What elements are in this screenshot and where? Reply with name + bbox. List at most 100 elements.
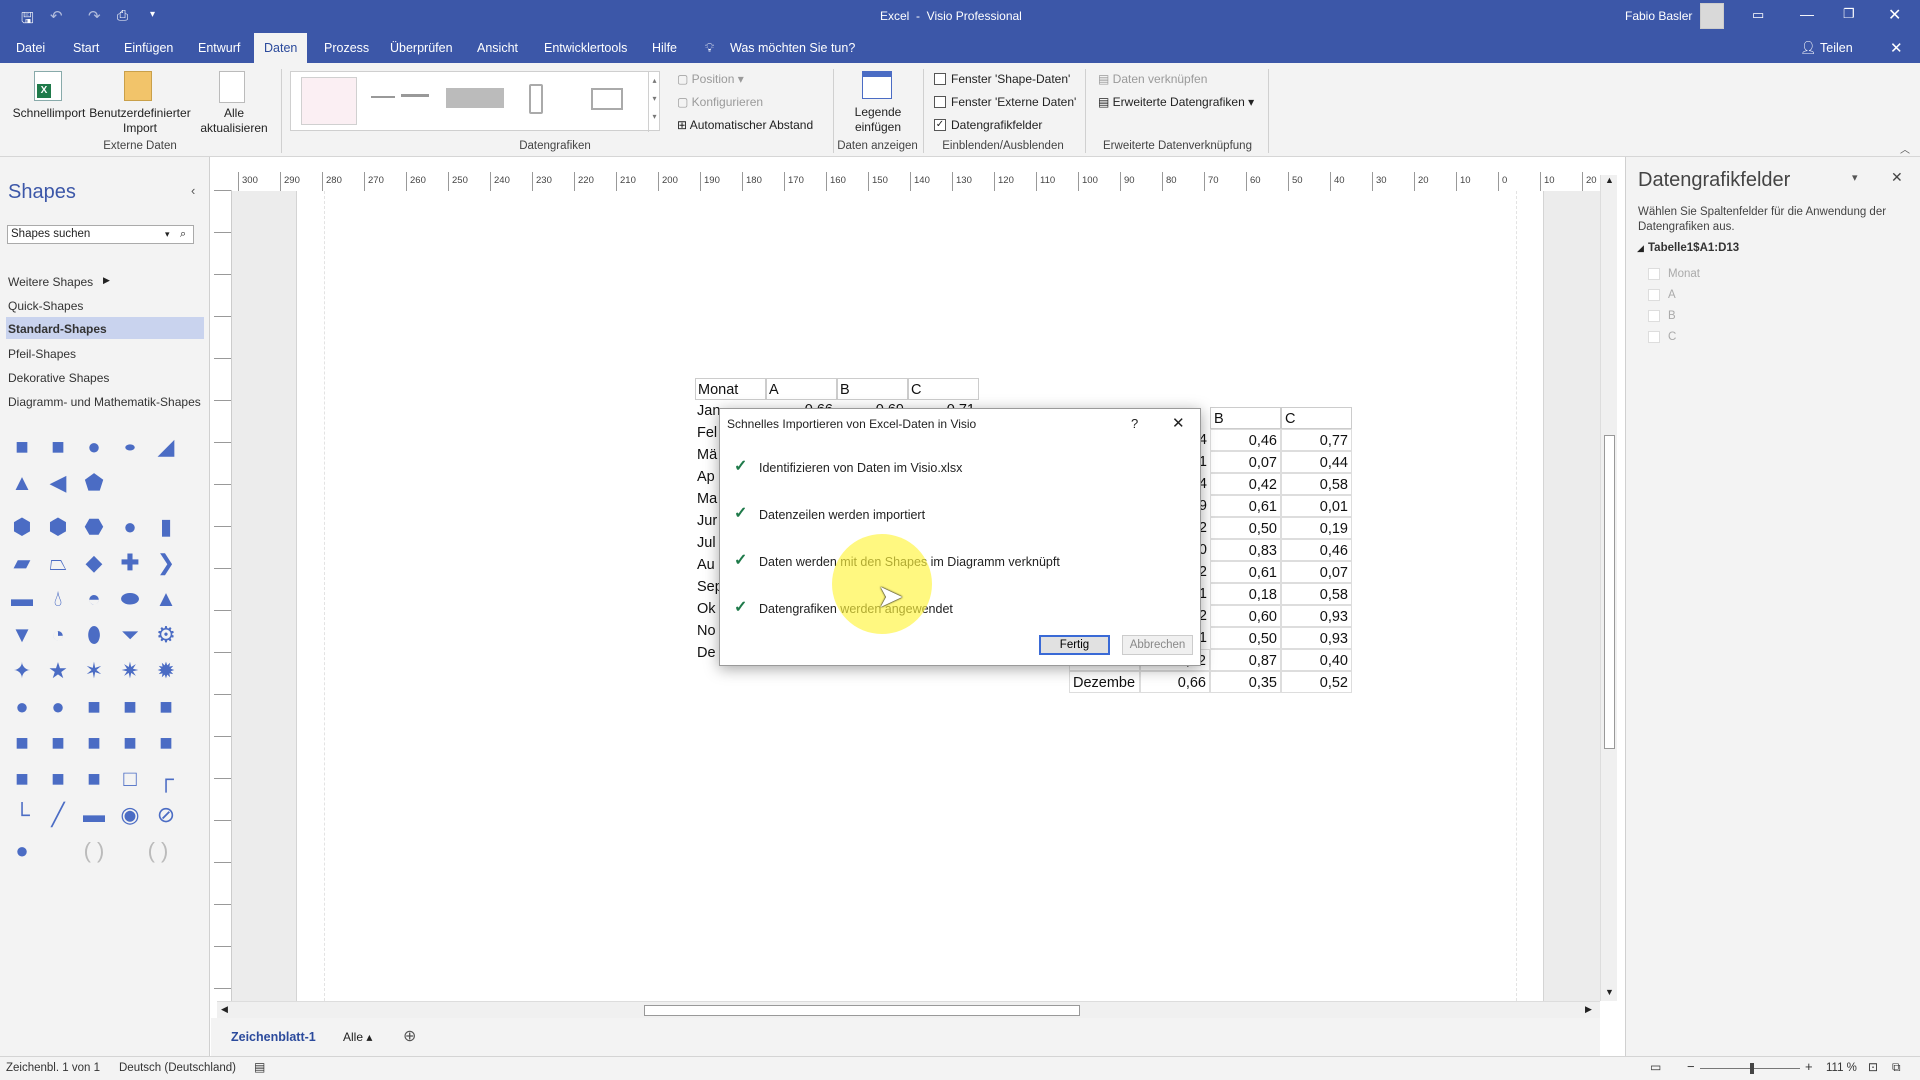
dialog-close-icon[interactable]: ✕ (1172, 414, 1185, 432)
vertical-scrollbar[interactable]: ▲ ▼ (1600, 175, 1617, 1001)
shield-shape[interactable]: ▼ (10, 623, 34, 647)
diamond-shape[interactable]: ◆ (82, 551, 106, 575)
zoom-in-icon[interactable]: + (1805, 1059, 1813, 1074)
zoom-level[interactable]: 111 % (1826, 1062, 1857, 1074)
frame-shape[interactable]: □ (118, 767, 142, 791)
collapse-ribbon-icon[interactable]: ︿ (1900, 141, 1910, 156)
nav-pfeil-shapes[interactable]: Pfeil-Shapes (8, 347, 76, 361)
legende-einfuegen-button[interactable]: Legende einfügen (838, 105, 918, 135)
ellipse-shape[interactable]: ● (118, 439, 142, 455)
share-button[interactable]: Teilen (1820, 41, 1853, 55)
rounded-rect-2-shape[interactable]: ▬ (82, 803, 106, 827)
close-doc-icon[interactable]: ✕ (1890, 39, 1903, 57)
circle-3-shape[interactable]: ● (46, 695, 70, 719)
tab-entwurf[interactable]: Entwurf (196, 33, 242, 63)
half-circle-shape[interactable]: ◓ (82, 587, 106, 611)
presentation-icon[interactable]: ▭ (1650, 1060, 1661, 1074)
macro-icon[interactable]: ▤ (254, 1060, 265, 1074)
gallery-item-none[interactable] (301, 77, 357, 125)
gallery-item-text[interactable] (371, 92, 431, 106)
tab-datei[interactable]: Datei (14, 33, 47, 63)
rect-3-shape[interactable]: ■ (154, 695, 178, 719)
nav-quick-shapes[interactable]: Quick-Shapes (8, 299, 83, 313)
rect-9-shape[interactable]: ■ (10, 767, 34, 791)
donut-shape[interactable]: ◉ (118, 803, 142, 827)
rect-4-shape[interactable]: ■ (10, 731, 34, 755)
scroll-left-icon[interactable]: ◀ (221, 1004, 228, 1015)
lens-shape[interactable]: ⬬ (118, 587, 142, 611)
fenster-shape-daten-checkbox[interactable] (934, 73, 946, 85)
zoom-slider-thumb[interactable] (1750, 1063, 1754, 1074)
fertig-button[interactable]: Fertig (1039, 635, 1110, 655)
pie-shape[interactable]: ◔ (46, 623, 70, 647)
diagonal-line-shape[interactable]: ╱ (46, 803, 70, 827)
tab-ueberpruefen[interactable]: Überprüfen (388, 33, 455, 63)
status-page[interactable]: Zeichenbl. 1 von 1 (6, 1062, 100, 1074)
restore-icon[interactable]: ❐ (1843, 6, 1855, 22)
square-shape[interactable]: ■ (46, 435, 70, 459)
brace-shape[interactable]: ( ) (146, 839, 170, 863)
datengrafiken-gallery[interactable]: ▴ ▾ ▾ (290, 71, 660, 132)
konfigurieren-button[interactable]: ▢ Konfigurieren (677, 95, 763, 109)
cube-shape[interactable]: ▬ (10, 587, 34, 611)
benutzerdefinierter-import-button[interactable]: Benutzerdefinierter Import (88, 106, 192, 136)
tab-start[interactable]: Start (71, 33, 101, 63)
daten-verknuepfen-button[interactable]: ▤ Daten verknüpfen (1098, 72, 1207, 86)
schnellimport-button[interactable]: Schnellimport (8, 106, 90, 121)
rect-10-shape[interactable]: ■ (46, 767, 70, 791)
star-4-shape[interactable]: ✦ (10, 659, 34, 683)
shapes-search-input[interactable]: Shapes suchen ▾ ⌕ (7, 225, 194, 244)
erweiterte-datengrafiken-button[interactable]: ▤ Erweiterte Datengrafiken ▾ (1098, 95, 1254, 109)
tell-me-input[interactable]: Was möchten Sie tun? (730, 41, 855, 55)
tab-daten[interactable]: Daten (254, 33, 308, 63)
cone-shape[interactable]: ▲ (154, 587, 178, 611)
field-c-checkbox[interactable] (1648, 331, 1660, 343)
fenster-externe-daten-checkbox[interactable] (934, 96, 946, 108)
horizontal-scroll-thumb[interactable] (644, 1005, 1080, 1016)
minimize-icon[interactable]: — (1800, 6, 1814, 22)
drop-shape[interactable]: 💧︎ (46, 587, 70, 611)
hexagon-shape[interactable]: ⬢ (10, 515, 34, 539)
field-b-checkbox[interactable] (1648, 310, 1660, 322)
triangle-shape[interactable]: ▲ (10, 471, 34, 495)
avatar[interactable] (1700, 3, 1724, 29)
corner-shape[interactable]: ┌ (154, 767, 178, 791)
bracket-shape[interactable]: ( ) (82, 839, 106, 863)
customize-qat-icon[interactable]: ▾ (150, 9, 155, 20)
nav-diagramm-shapes[interactable]: Diagramm- und Mathematik-Shapes (8, 395, 201, 409)
position-button[interactable]: ▢ Position ▾ (677, 72, 744, 86)
zoom-slider[interactable] (1700, 1063, 1800, 1074)
funnel-shape[interactable]: ⏷ (118, 623, 142, 647)
cross-shape[interactable]: ✚ (118, 551, 142, 575)
gallery-item-phone[interactable] (529, 84, 543, 114)
l-shape[interactable]: └ (10, 803, 34, 827)
redo-icon[interactable]: ↷ (88, 7, 101, 25)
rounded-rect-shape[interactable]: ■ (82, 695, 106, 719)
tab-ansicht[interactable]: Ansicht (475, 33, 520, 63)
rect-6-shape[interactable]: ■ (82, 731, 106, 755)
can-shape[interactable]: ▮ (154, 515, 178, 539)
fit-page-icon[interactable]: ⊡ (1868, 1060, 1878, 1074)
alle-aktualisieren-button[interactable]: Alle aktualisieren (194, 106, 274, 136)
circle-shape[interactable]: ● (82, 435, 106, 459)
ribbon-display-icon[interactable]: ▭ (1752, 7, 1764, 23)
right-triangle-shape[interactable]: ◢ (154, 435, 178, 459)
close-window-icon[interactable]: ✕ (1888, 5, 1901, 25)
sheet-tab-zeichenblatt-1[interactable]: Zeichenblatt-1 (231, 1030, 316, 1044)
save-icon[interactable]: 🖫 (21, 8, 34, 33)
rect-2-shape[interactable]: ■ (118, 695, 142, 719)
tab-hilfe[interactable]: Hilfe (650, 33, 679, 63)
heptagon-shape[interactable]: ⬢ (46, 515, 70, 539)
tab-prozess[interactable]: Prozess (322, 33, 371, 63)
panel-close-icon[interactable]: ✕ (1891, 169, 1903, 186)
field-a-checkbox[interactable] (1648, 289, 1660, 301)
octagon-shape[interactable]: ⬣ (82, 515, 106, 539)
horizontal-scrollbar[interactable]: ◀ ▶ (217, 1001, 1600, 1018)
tab-einfuegen[interactable]: Einfügen (122, 33, 175, 63)
vertical-scroll-thumb[interactable] (1604, 435, 1615, 749)
rect-11-shape[interactable]: ■ (82, 767, 106, 791)
add-page-icon[interactable]: ⊕ (403, 1026, 416, 1046)
seal-shape[interactable]: ✹ (154, 659, 178, 683)
datengrafikfelder-checkbox[interactable]: ✓ (934, 119, 946, 131)
scroll-down-icon[interactable]: ▼ (1605, 987, 1614, 997)
